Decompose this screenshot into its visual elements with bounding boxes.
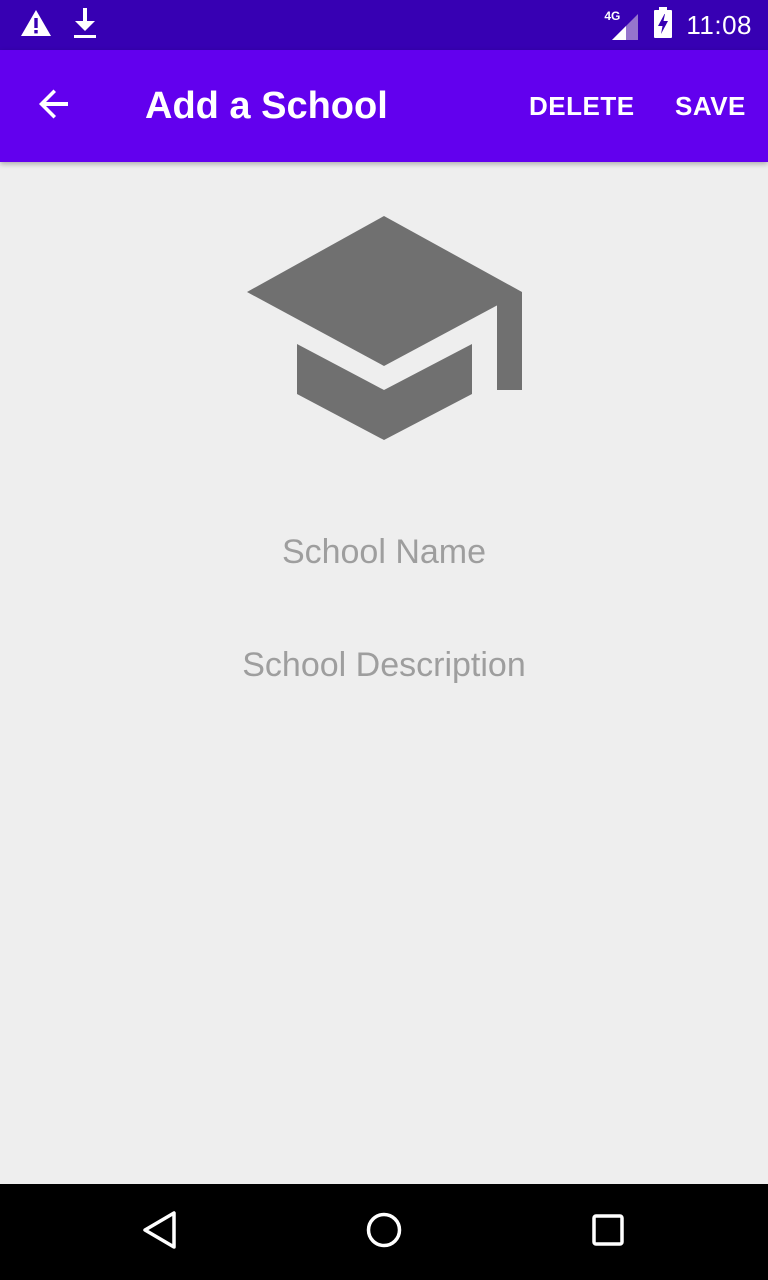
delete-button[interactable]: DELETE bbox=[529, 86, 635, 126]
nav-home-icon bbox=[364, 1210, 404, 1255]
navigation-bar bbox=[0, 1184, 768, 1280]
nav-home-button[interactable] bbox=[356, 1204, 412, 1260]
school-name-input[interactable]: School Name bbox=[0, 530, 768, 574]
save-button[interactable]: SAVE bbox=[675, 86, 746, 126]
download-icon bbox=[72, 7, 98, 44]
warning-icon bbox=[20, 9, 52, 42]
screen: 4G 11:08 Add a School DELETE SAVE School… bbox=[0, 0, 768, 1280]
battery-charging-icon bbox=[652, 6, 674, 44]
graduation-cap-icon bbox=[244, 214, 524, 442]
nav-back-button[interactable] bbox=[132, 1204, 188, 1260]
school-description-input[interactable]: School Description bbox=[0, 643, 768, 687]
nav-recents-icon bbox=[588, 1210, 628, 1255]
back-button[interactable] bbox=[22, 74, 86, 138]
status-left-icons bbox=[20, 7, 98, 44]
app-bar: Add a School DELETE SAVE bbox=[0, 50, 768, 162]
status-time: 11:08 bbox=[686, 9, 752, 40]
status-bar: 4G 11:08 bbox=[0, 0, 768, 50]
cell-signal-icon: 4G bbox=[604, 10, 640, 40]
arrow-back-icon bbox=[36, 86, 72, 127]
page-title: Add a School bbox=[145, 85, 388, 127]
nav-recents-button[interactable] bbox=[580, 1204, 636, 1260]
status-right-icons: 4G 11:08 bbox=[604, 6, 752, 44]
nav-back-icon bbox=[140, 1210, 180, 1255]
